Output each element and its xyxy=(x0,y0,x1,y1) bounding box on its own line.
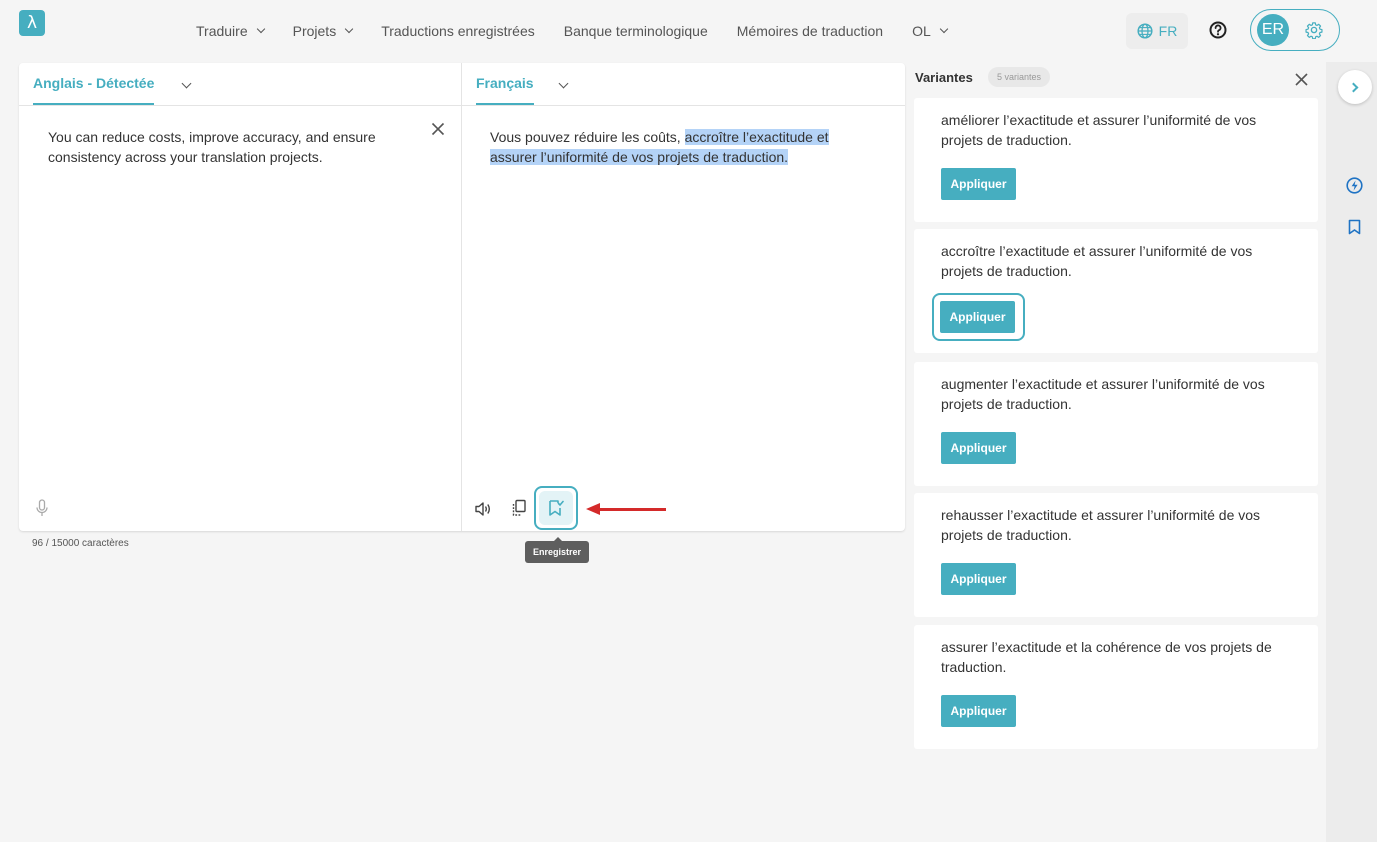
nav-item-label: Banque terminologique xyxy=(563,23,708,39)
save-translation-button[interactable] xyxy=(534,486,578,530)
user-menu[interactable]: ER xyxy=(1250,9,1340,51)
avatar[interactable]: ER xyxy=(1257,14,1289,46)
variant-text: augmenter l’exactitude et assurer l’unif… xyxy=(941,376,1265,412)
apply-variant-button[interactable]: Appliquer xyxy=(941,563,1016,595)
nav-item-ol[interactable]: OL xyxy=(912,23,948,39)
variants-count-badge: 5 variantes xyxy=(988,67,1051,87)
nav-item-banque-terminologique[interactable]: Banque terminologique xyxy=(564,23,708,39)
nav-item-label: Traduire xyxy=(196,23,248,39)
gear-icon[interactable] xyxy=(1305,21,1323,39)
language-label: FR xyxy=(1158,23,1178,39)
nav-item-memoires-de-traduction[interactable]: Mémoires de traduction xyxy=(737,23,883,39)
source-language-tab[interactable]: Anglais - Détectée xyxy=(33,75,155,105)
chevron-right-icon xyxy=(1348,82,1359,92)
save-tooltip: Enregistrer xyxy=(525,537,589,563)
save-button-inner xyxy=(539,491,573,525)
bookmark-icon[interactable] xyxy=(1348,219,1361,235)
target-language-tab[interactable]: Français xyxy=(476,75,534,105)
chevron-down-icon xyxy=(256,24,265,34)
variant-card: augmenter l’exactitude et assurer l’unif… xyxy=(914,362,1318,486)
apply-variant-button[interactable]: Appliquer xyxy=(941,695,1016,727)
variant-text: accroître l’exactitude et assurer l’unif… xyxy=(941,243,1253,279)
nav-item-label: Traductions enregistrées xyxy=(381,23,535,39)
target-text-plain: Vous pouvez réduire les coûts, xyxy=(490,129,685,145)
translation-panel: Anglais - Détectée You can reduce costs,… xyxy=(19,63,905,531)
variants-header: Variantes 5 variantes xyxy=(915,66,1315,90)
variant-card: améliorer l’exactitude et assurer l’unif… xyxy=(914,98,1318,222)
target-text-output[interactable]: Vous pouvez réduire les coûts, accroître… xyxy=(490,127,870,167)
globe-icon xyxy=(1137,23,1153,39)
app-logo[interactable]: λ xyxy=(19,10,45,36)
variant-text: assurer l’exactitude et la cohérence de … xyxy=(941,639,1272,675)
lightning-icon[interactable] xyxy=(1346,177,1363,194)
chevron-down-icon xyxy=(939,24,948,34)
apply-variant-button[interactable]: Appliquer xyxy=(941,432,1016,464)
nav-item-traductions-enregistrees[interactable]: Traductions enregistrées xyxy=(381,23,535,39)
language-button[interactable]: FR xyxy=(1126,13,1188,49)
variant-card: assurer l’exactitude et la cohérence de … xyxy=(914,625,1318,749)
variant-card: rehausser l’exactitude et assurer l’unif… xyxy=(914,493,1318,617)
target-column: Français Vous pouvez réduire les coûts, … xyxy=(462,63,905,531)
variant-card: accroître l’exactitude et assurer l’unif… xyxy=(914,229,1318,353)
nav-item-projets[interactable]: Projets xyxy=(292,23,354,39)
source-text-input[interactable]: You can reduce costs, improve accuracy, … xyxy=(48,127,408,167)
chevron-down-icon[interactable] xyxy=(558,78,569,89)
expand-panel-button[interactable] xyxy=(1338,70,1372,104)
nav-item-traduire[interactable]: Traduire xyxy=(196,23,265,39)
bookmark-check-icon xyxy=(549,500,564,516)
right-rail xyxy=(1326,62,1377,842)
variant-text: rehausser l’exactitude et assurer l’unif… xyxy=(941,507,1261,543)
main-nav: Traduire Projets Traductions enregistrée… xyxy=(196,0,976,62)
speaker-icon[interactable] xyxy=(474,501,492,517)
chevron-down-icon[interactable] xyxy=(181,78,192,89)
help-icon[interactable] xyxy=(1209,21,1227,39)
variants-title: Variantes xyxy=(915,70,973,85)
nav-item-label: Projets xyxy=(292,23,337,39)
target-tab-row: Français xyxy=(462,63,905,106)
variant-text: améliorer l’exactitude et assurer l’unif… xyxy=(941,112,1257,148)
copy-icon[interactable] xyxy=(511,499,527,517)
apply-variant-button[interactable]: Appliquer xyxy=(940,301,1015,333)
nav-item-label: OL xyxy=(912,23,931,39)
apply-button-focus-ring: Appliquer xyxy=(932,293,1025,341)
source-column: Anglais - Détectée You can reduce costs,… xyxy=(19,63,462,531)
source-tab-row: Anglais - Détectée xyxy=(19,63,461,106)
close-icon[interactable] xyxy=(1295,73,1308,86)
chevron-down-icon xyxy=(344,24,354,34)
character-count: 96 / 15000 caractères xyxy=(32,538,129,549)
annotation-arrow xyxy=(586,503,666,515)
apply-variant-button[interactable]: Appliquer xyxy=(941,168,1016,200)
close-icon[interactable] xyxy=(431,122,445,136)
microphone-icon[interactable] xyxy=(35,499,49,517)
nav-item-label: Mémoires de traduction xyxy=(736,23,884,39)
top-bar: λ Traduire Projets Traductions enregistr… xyxy=(0,0,1377,62)
arrow-line xyxy=(598,508,666,511)
